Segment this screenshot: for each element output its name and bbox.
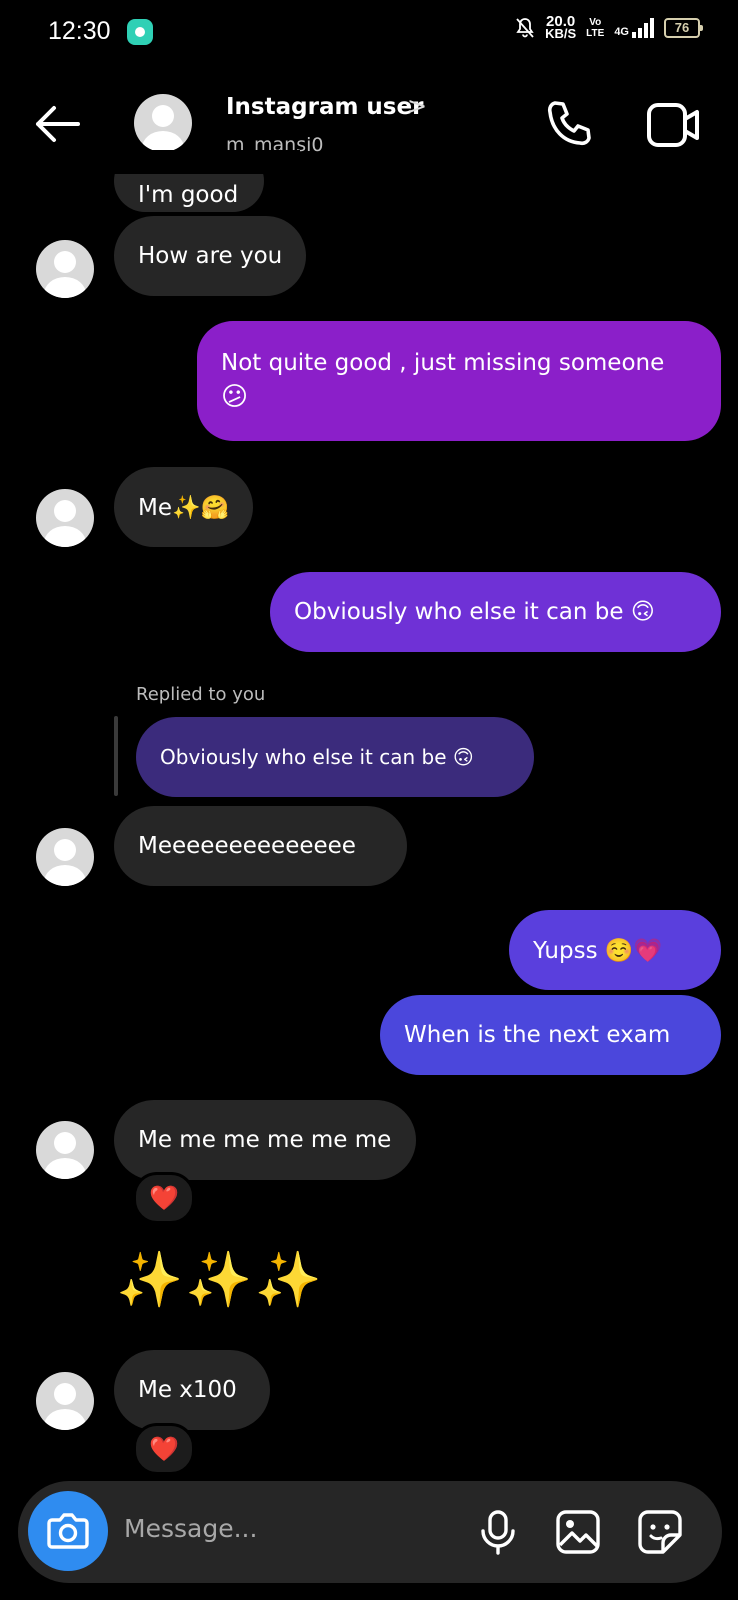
avatar[interactable] xyxy=(36,489,94,547)
avatar[interactable] xyxy=(36,1372,94,1430)
message-bubble-incoming[interactable]: Meeeeeeeeeeeeee xyxy=(114,806,407,886)
message-input[interactable]: Message... xyxy=(124,1514,257,1543)
volte-indicator: Vo LTE xyxy=(586,17,605,39)
scroll-clip xyxy=(100,150,300,174)
message-bubble-outgoing[interactable]: When is the next exam xyxy=(380,995,721,1075)
message-text: When is the next exam xyxy=(404,1022,671,1048)
reaction-emoji: ❤️ xyxy=(149,1435,179,1463)
notification-app-icon xyxy=(127,19,153,45)
header-avatar[interactable] xyxy=(134,94,192,152)
status-time: 12:30 xyxy=(48,17,111,45)
message-text: Meeeeeeeeeeeeee xyxy=(138,833,356,859)
avatar[interactable] xyxy=(36,240,94,298)
message-text: I'm good xyxy=(138,182,239,208)
message-bubble-incoming[interactable]: Me x100 xyxy=(114,1350,270,1430)
sticker-icon[interactable] xyxy=(637,1509,683,1555)
message-bubble-outgoing[interactable]: Obviously who else it can be 🙃 xyxy=(270,572,721,652)
message-text: How are you xyxy=(138,243,283,269)
reply-quote[interactable]: Obviously who else it can be 🙃 xyxy=(136,717,534,797)
network-speed: 20.0 KB/S xyxy=(545,13,577,41)
chat-title[interactable]: Instagram user xyxy=(226,94,423,120)
message-text: Yupss ☺️💗 xyxy=(533,937,663,964)
message-bubble-outgoing[interactable]: Yupss ☺️💗 xyxy=(509,910,721,990)
message-text: Not quite good , just missing someone xyxy=(221,350,665,376)
status-bar: 12:30 20.0 KB/S Vo LTE 4G 76 xyxy=(0,0,738,66)
message-text: Obviously who else it can be 🙃 xyxy=(294,599,655,625)
reply-label: Replied to you xyxy=(136,684,266,705)
message-bubble-incoming[interactable]: How are you xyxy=(114,216,307,296)
message-bubble-incoming[interactable]: Me me me me me me xyxy=(114,1100,416,1180)
back-arrow-icon[interactable] xyxy=(30,100,84,148)
chevron-right-icon[interactable]: > xyxy=(407,92,427,120)
message-text: Me x100 xyxy=(138,1377,237,1403)
camera-icon xyxy=(47,1513,89,1549)
message-bubble-outgoing[interactable]: Not quite good , just missing someone 😕 xyxy=(197,321,721,441)
image-icon[interactable] xyxy=(555,1509,601,1555)
message-text: Me me me me me me xyxy=(138,1127,392,1153)
signal-bars-icon xyxy=(632,18,654,38)
phone-icon[interactable] xyxy=(545,99,595,149)
mute-bell-icon xyxy=(516,18,534,38)
reaction-emoji: ❤️ xyxy=(149,1184,179,1212)
avatar[interactable] xyxy=(36,1121,94,1179)
status-indicators: 20.0 KB/S Vo LTE 4G 76 xyxy=(515,13,703,41)
heart-reaction-icon[interactable]: ❤️ xyxy=(133,1172,195,1224)
reply-quote-text: Obviously who else it can be 🙃 xyxy=(160,745,474,769)
message-text: Me✨🤗 xyxy=(138,494,230,521)
battery-indicator: 76 xyxy=(664,18,703,38)
network-type: 4G xyxy=(614,26,629,38)
avatar[interactable] xyxy=(36,828,94,886)
sparkles-message[interactable]: ✨✨✨ xyxy=(116,1248,324,1312)
message-emoji: 😕 xyxy=(221,382,249,412)
camera-button[interactable] xyxy=(28,1491,108,1571)
message-bubble-incoming[interactable]: Me✨🤗 xyxy=(114,467,254,547)
microphone-icon[interactable] xyxy=(475,1509,521,1555)
heart-reaction-icon[interactable]: ❤️ xyxy=(133,1423,195,1475)
video-camera-icon[interactable] xyxy=(646,102,700,148)
reply-divider xyxy=(114,716,118,796)
